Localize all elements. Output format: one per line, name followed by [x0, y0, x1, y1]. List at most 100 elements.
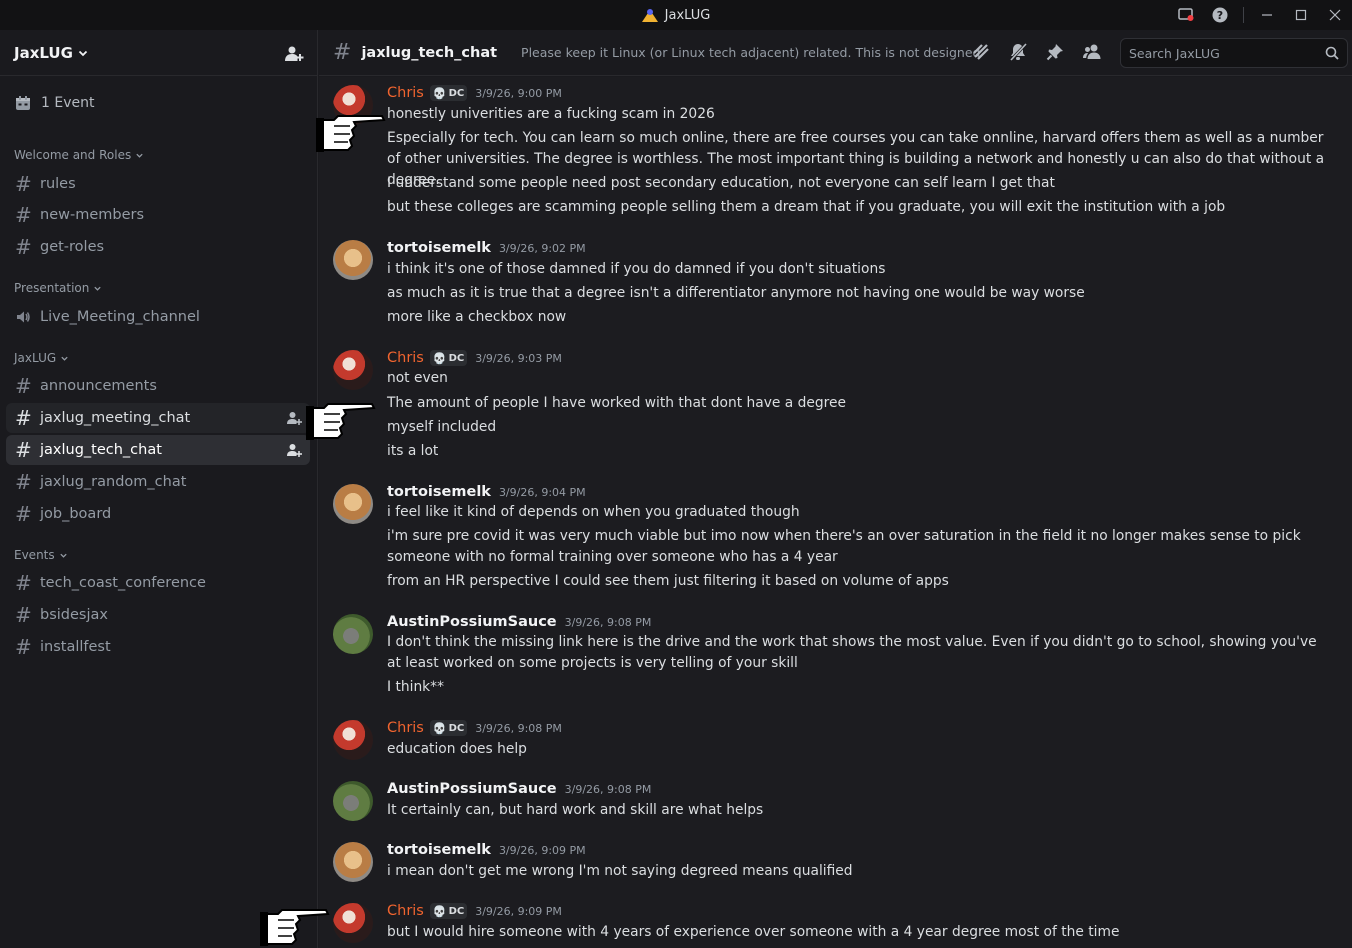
message-text: education does help — [387, 741, 527, 757]
minimize-icon[interactable] — [1250, 0, 1284, 30]
channel-sidebar: JaxLUG 1 Event Welcome and Roles # rules… — [0, 30, 318, 948]
avatar[interactable] — [333, 350, 373, 390]
help-icon[interactable]: ? — [1203, 0, 1237, 30]
category-welcome-and-roles[interactable]: Welcome and Roles — [14, 148, 144, 162]
mute-icon[interactable] — [1008, 41, 1028, 63]
message-text: i'm sure pre covid it was very much viab… — [387, 528, 1301, 565]
maximize-icon[interactable] — [1284, 0, 1318, 30]
text-channel-icon: # — [15, 374, 32, 398]
channel-topic[interactable]: Please keep it Linux (or Linux tech adja… — [521, 45, 981, 60]
channel-jaxlug-tech-chat[interactable]: # jaxlug_tech_chat — [6, 435, 310, 465]
screen-share-icon[interactable] — [1169, 0, 1203, 30]
timestamp: 3/9/26, 9:08 PM — [475, 721, 562, 735]
username[interactable]: AustinPossiumSauce — [387, 614, 557, 630]
username[interactable]: AustinPossiumSauce — [387, 781, 557, 797]
timestamp: 3/9/26, 9:00 PM — [475, 86, 562, 100]
username[interactable]: Chris — [387, 720, 424, 736]
chevron-down-icon — [136, 153, 143, 158]
message-text: i feel like it kind of depends on when y… — [387, 504, 800, 520]
avatar[interactable] — [333, 903, 373, 943]
chevron-down-icon — [61, 356, 68, 361]
server-header[interactable]: JaxLUG — [0, 30, 317, 76]
invite-button[interactable] — [283, 42, 305, 64]
title-bar: JaxLUG ? — [0, 0, 1352, 30]
username[interactable]: Chris — [387, 85, 424, 101]
guild-tag-badge[interactable]: 💀 DC — [429, 85, 468, 101]
message-text: its a lot — [387, 443, 439, 459]
skull-icon: 💀 — [432, 351, 447, 365]
text-channel-icon: # — [15, 603, 32, 627]
channel-new-members[interactable]: # new-members — [6, 200, 310, 230]
avatar[interactable] — [333, 240, 373, 280]
skull-icon: 💀 — [432, 904, 447, 918]
close-icon[interactable] — [1318, 0, 1352, 30]
message-text: I don't think the missing link here is t… — [387, 634, 1317, 671]
message-text: but these colleges are scamming people s… — [387, 199, 1226, 215]
channel-installfest[interactable]: # installfest — [6, 632, 310, 662]
pointing-hand-cursor-icon — [306, 403, 376, 440]
text-channel-icon: # — [333, 40, 352, 65]
search-input[interactable] — [1129, 45, 1309, 61]
window-title: JaxLUG — [641, 7, 711, 23]
category-presentation[interactable]: Presentation — [14, 281, 102, 295]
pointing-hand-cursor-icon — [260, 909, 330, 946]
channel-header: # jaxlug_tech_chat Please keep it Linux … — [319, 30, 1352, 76]
category-jaxlug[interactable]: JaxLUG — [14, 351, 69, 365]
text-channel-icon: # — [15, 635, 32, 659]
username[interactable]: Chris — [387, 350, 424, 366]
text-channel-icon: # — [15, 438, 32, 462]
guild-tag-badge[interactable]: 💀 DC — [429, 720, 468, 736]
search-box[interactable] — [1120, 38, 1348, 68]
category-events[interactable]: Events — [14, 548, 68, 562]
chevron-down-icon — [59, 553, 67, 558]
pin-icon[interactable] — [1045, 41, 1065, 63]
channel-jaxlug-meeting-chat[interactable]: # jaxlug_meeting_chat — [6, 403, 310, 433]
members-icon[interactable] — [1082, 41, 1102, 63]
message-text: from an HR perspective I could see them … — [387, 573, 949, 589]
server-name[interactable]: JaxLUG — [14, 44, 89, 62]
message-text: as much as it is true that a degree isn'… — [387, 285, 1085, 301]
channel-job-board[interactable]: # job_board — [6, 499, 310, 529]
guild-tag-badge[interactable]: 💀 DC — [429, 903, 468, 919]
text-channel-icon: # — [15, 172, 32, 196]
window-title-text: JaxLUG — [664, 7, 711, 23]
channel-rules[interactable]: # rules — [6, 169, 310, 199]
username[interactable]: tortoisemelk — [387, 240, 491, 256]
channel-live-meeting[interactable]: Live_Meeting_channel — [6, 302, 310, 332]
username[interactable]: tortoisemelk — [387, 842, 491, 858]
search-icon — [1325, 46, 1339, 60]
invite-icon — [285, 46, 304, 61]
avatar[interactable] — [333, 842, 373, 882]
avatar[interactable] — [333, 484, 373, 524]
channel-bsidesjax[interactable]: # bsidesjax — [6, 600, 310, 630]
thread-icon[interactable] — [971, 41, 991, 63]
timestamp: 3/9/26, 9:02 PM — [498, 241, 586, 255]
text-channel-icon: # — [15, 470, 32, 494]
timestamp: 3/9/26, 9:08 PM — [564, 782, 652, 796]
avatar[interactable] — [333, 614, 373, 654]
channel-tech-coast-conference[interactable]: # tech_coast_conference — [6, 568, 310, 598]
username[interactable]: tortoisemelk — [387, 484, 491, 500]
guild-tag-badge[interactable]: 💀 DC — [429, 350, 468, 366]
timestamp: 3/9/26, 9:03 PM — [475, 351, 562, 365]
message-text: more like a checkbox now — [387, 309, 567, 325]
events-link[interactable]: 1 Event — [6, 87, 310, 119]
events-label: 1 Event — [41, 95, 95, 111]
channel-get-roles[interactable]: # get-roles — [6, 232, 310, 262]
channel-title: jaxlug_tech_chat — [361, 44, 498, 61]
channel-jaxlug-random-chat[interactable]: # jaxlug_random_chat — [6, 467, 310, 497]
calendar-icon — [16, 96, 30, 110]
channel-announcements[interactable]: # announcements — [6, 371, 310, 401]
timestamp: 3/9/26, 9:09 PM — [475, 904, 562, 918]
message-text: i mean don't get me wrong I'm not saying… — [387, 863, 853, 879]
message-text: honestly univerities are a fucking scam … — [387, 106, 715, 122]
speaker-icon — [17, 311, 30, 323]
avatar[interactable] — [333, 720, 373, 760]
avatar[interactable] — [333, 781, 373, 821]
add-member-icon[interactable] — [286, 442, 302, 458]
username[interactable]: Chris — [387, 903, 424, 919]
message-text: I understand some people need post secon… — [387, 175, 1055, 191]
message-text: but I would hire someone with 4 years of… — [387, 924, 1120, 940]
add-member-icon[interactable] — [286, 410, 302, 426]
timestamp: 3/9/26, 9:04 PM — [498, 485, 586, 499]
